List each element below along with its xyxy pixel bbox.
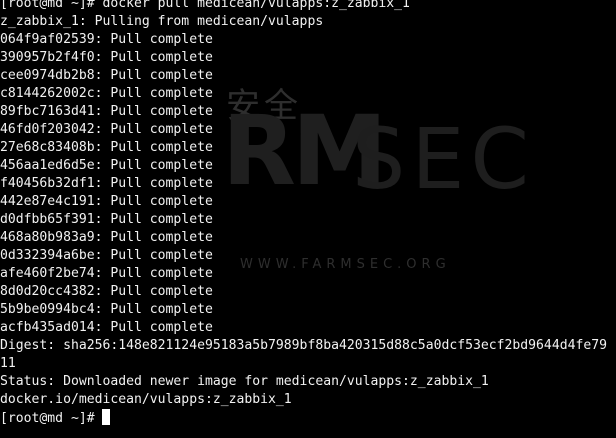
layer-status-line: 456aa1ed6d5e: Pull complete [0, 158, 213, 173]
layer-status-line: 468a80b983a9: Pull complete [0, 230, 213, 245]
layer-status-line: acfb435ad014: Pull complete [0, 320, 213, 335]
layer-status-line: 89fbc7163d41: Pull complete [0, 104, 213, 119]
status-line: Status: Downloaded newer image for medic… [0, 374, 489, 389]
digest-line: Digest: sha256:148e821124e95183a5b7989bf… [0, 338, 607, 353]
image-reference-line: docker.io/medicean/vulapps:z_zabbix_1 [0, 392, 292, 407]
digest-line-continued: 11 [0, 356, 16, 371]
prompt-line[interactable]: [root@md ~]# [0, 409, 616, 427]
layer-status-line: d0dfbb65f391: Pull complete [0, 212, 213, 227]
terminal-output: [root@md ~]# docker pull medicean/vulapp… [0, 0, 616, 427]
layer-status-line: cee0974db2b8: Pull complete [0, 68, 213, 83]
layer-status-line: 8d0d20cc4382: Pull complete [0, 284, 213, 299]
layer-status-line: 390957b2f4f0: Pull complete [0, 50, 213, 65]
terminal-window[interactable]: 安全 RM SEC WWW.FARMSEC.ORG [root@md ~]# d… [0, 0, 616, 438]
layer-status-line: afe460f2be74: Pull complete [0, 266, 213, 281]
layer-status-line: 5b9be0994bc4: Pull complete [0, 302, 213, 317]
layer-status-line: 442e87e4c191: Pull complete [0, 194, 213, 209]
layer-status-line: 27e68c83408b: Pull complete [0, 140, 213, 155]
layer-status-line: f40456b32df1: Pull complete [0, 176, 213, 191]
layer-status-line: 0d332394a6be: Pull complete [0, 248, 213, 263]
layer-status-line: 064f9af02539: Pull complete [0, 32, 213, 47]
layer-status-line: 46fd0f203042: Pull complete [0, 122, 213, 137]
output-line: z_zabbix_1: Pulling from medicean/vulapp… [0, 14, 324, 29]
text-cursor [102, 409, 111, 425]
command-line: [root@md ~]# docker pull medicean/vulapp… [0, 0, 410, 11]
layer-status-line: c8144262002c: Pull complete [0, 86, 213, 101]
shell-prompt: [root@md ~]# [0, 411, 103, 426]
